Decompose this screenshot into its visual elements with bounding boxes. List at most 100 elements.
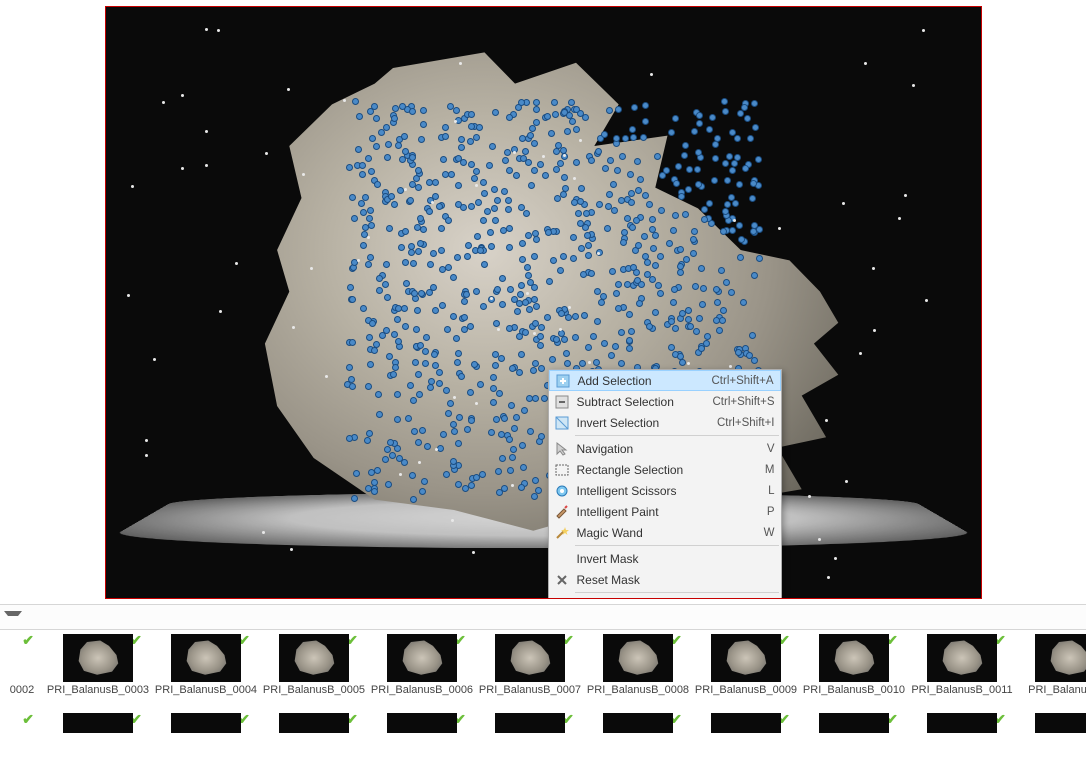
thumbnail-image: [819, 713, 889, 733]
menu-item-invert-selection[interactable]: Invert SelectionCtrl+Shift+I: [549, 412, 781, 433]
rectangle-selection-icon: [553, 461, 571, 479]
thumbnail[interactable]: ✔: [0, 713, 44, 759]
menu-shortcut: Ctrl+Shift+I: [717, 417, 775, 429]
thumbnail-image: [927, 634, 997, 682]
thumbnail[interactable]: ✔PRI_BalanusB_0011: [908, 634, 1016, 704]
menu-shortcut: P: [767, 506, 775, 518]
thumbnail-label: PRI_BalanusB_0007: [479, 684, 581, 696]
menu-label: Intelligent Paint: [577, 505, 767, 519]
menu-item-navigation[interactable]: NavigationV: [549, 438, 781, 459]
thumbnail-image: [279, 713, 349, 733]
menu-label: Invert Mask: [577, 552, 775, 566]
thumbnail[interactable]: ✔: [260, 713, 368, 759]
thumbnail-label: PRI_BalanusB_0005: [263, 684, 365, 696]
menu-label: Invert Selection: [577, 416, 717, 430]
magic-wand-icon: [553, 524, 571, 542]
menu-item-reset-mask[interactable]: Reset Mask: [549, 569, 781, 590]
menu-shortcut: M: [765, 464, 775, 476]
menu-item-rectangle-selection[interactable]: Rectangle SelectionM: [549, 459, 781, 480]
thumbnail[interactable]: ✔: [152, 713, 260, 759]
thumbnail-image: [171, 634, 241, 682]
thumbnail-image: [387, 713, 457, 733]
thumbnail[interactable]: ✔PRI_BalanusB_0007: [476, 634, 584, 704]
context-menu: Add SelectionCtrl+Shift+ASubtract Select…: [548, 369, 782, 599]
thumbnail-image: [819, 634, 889, 682]
menu-item-intelligent-paint[interactable]: Intelligent PaintP: [549, 501, 781, 522]
thumbnail[interactable]: ✔: [476, 713, 584, 759]
thumbnail-label: PRI_BalanusB_0010: [803, 684, 905, 696]
thumbnail[interactable]: ✔: [1016, 713, 1086, 759]
add-selection-icon: [554, 372, 572, 390]
menu-item-invert-mask[interactable]: Invert Mask: [549, 548, 781, 569]
thumbnail[interactable]: ✔: [584, 713, 692, 759]
menu-shortcut: W: [764, 527, 775, 539]
check-icon: ✔: [22, 711, 34, 728]
thumbnail-row: ✔0002✔PRI_BalanusB_0003✔PRI_BalanusB_000…: [0, 630, 1086, 709]
menu-item-subtract-selection[interactable]: Subtract SelectionCtrl+Shift+S: [549, 391, 781, 412]
menu-label: Capture View: [577, 599, 775, 600]
thumbnail[interactable]: ✔: [800, 713, 908, 759]
thumbnail-panel[interactable]: ✔0002✔PRI_BalanusB_0003✔PRI_BalanusB_000…: [0, 630, 1086, 759]
thumbnail[interactable]: ✔0002: [0, 634, 44, 704]
thumbnail-label: PRI_BalanusB_0006: [371, 684, 473, 696]
thumbnail-image: [711, 634, 781, 682]
thumbnail-image: [495, 634, 565, 682]
thumbnail-image: [279, 634, 349, 682]
thumbnail-label: PRI_BalanusB_0008: [587, 684, 689, 696]
thumbnail-label: 0002: [10, 684, 34, 696]
thumbnail[interactable]: ✔PRI_BalanusB_0009: [692, 634, 800, 704]
menu-item-add-selection[interactable]: Add SelectionCtrl+Shift+A: [549, 370, 781, 391]
thumbnail[interactable]: ✔: [368, 713, 476, 759]
thumbnail-image: [1035, 713, 1086, 733]
thumbnail-toolbar[interactable]: [0, 604, 1086, 630]
image-frame[interactable]: Add SelectionCtrl+Shift+ASubtract Select…: [105, 6, 982, 599]
menu-label: Add Selection: [578, 374, 712, 388]
thumbnail-image: [387, 634, 457, 682]
thumbnail[interactable]: ✔: [908, 713, 1016, 759]
thumbnail[interactable]: ✔PRI_BalanusB_0010: [800, 634, 908, 704]
thumbnail-row: ✔✔✔✔✔✔✔✔✔✔✔: [0, 709, 1086, 743]
menu-item-intelligent-scissors[interactable]: Intelligent ScissorsL: [549, 480, 781, 501]
thumbnail-label: PRI_BalanusB_0011: [911, 684, 1012, 696]
dropdown-icon[interactable]: [4, 611, 22, 626]
thumbnail-image: [495, 713, 565, 733]
thumbnail[interactable]: ✔: [44, 713, 152, 759]
menu-item-capture-view[interactable]: Capture View: [549, 595, 781, 599]
menu-shortcut: Ctrl+Shift+S: [713, 396, 775, 408]
menu-shortcut: L: [768, 485, 774, 497]
menu-item-magic-wand[interactable]: Magic WandW: [549, 522, 781, 543]
menu-shortcut: Ctrl+Shift+A: [712, 375, 774, 387]
thumbnail[interactable]: ✔PRI_BalanusB_0003: [44, 634, 152, 704]
app-root: Add SelectionCtrl+Shift+ASubtract Select…: [0, 0, 1086, 759]
invert-selection-icon: [553, 414, 571, 432]
menu-label: Rectangle Selection: [577, 463, 765, 477]
thumbnail-label: PRI_BalanusB_0: [1028, 684, 1086, 696]
intelligent-paint-icon: [553, 503, 571, 521]
menu-icon-empty: [553, 550, 571, 568]
thumbnail[interactable]: ✔PRI_BalanusB_0008: [584, 634, 692, 704]
menu-separator: [575, 435, 779, 436]
thumbnail[interactable]: ✔: [692, 713, 800, 759]
main-viewport[interactable]: Add SelectionCtrl+Shift+ASubtract Select…: [0, 0, 1086, 604]
thumbnail-image: [711, 713, 781, 733]
menu-label: Subtract Selection: [577, 395, 713, 409]
menu-label: Intelligent Scissors: [577, 484, 769, 498]
thumbnail-label: PRI_BalanusB_0003: [47, 684, 149, 696]
thumbnail-image: [63, 634, 133, 682]
menu-label: Navigation: [577, 442, 767, 456]
subtract-selection-icon: [553, 393, 571, 411]
thumbnail[interactable]: ✔PRI_BalanusB_0005: [260, 634, 368, 704]
thumbnail[interactable]: ✔PRI_BalanusB_0: [1016, 634, 1086, 704]
thumbnail-image: [63, 713, 133, 733]
thumbnail-image: [927, 713, 997, 733]
menu-label: Reset Mask: [577, 573, 775, 587]
thumbnail[interactable]: ✔PRI_BalanusB_0006: [368, 634, 476, 704]
menu-icon-empty: [553, 597, 571, 600]
thumbnail-label: PRI_BalanusB_0009: [695, 684, 797, 696]
reset-mask-icon: [553, 571, 571, 589]
menu-shortcut: V: [767, 443, 775, 455]
thumbnail-image: [171, 713, 241, 733]
thumbnail[interactable]: ✔PRI_BalanusB_0004: [152, 634, 260, 704]
menu-separator: [575, 592, 779, 593]
menu-separator: [575, 545, 779, 546]
